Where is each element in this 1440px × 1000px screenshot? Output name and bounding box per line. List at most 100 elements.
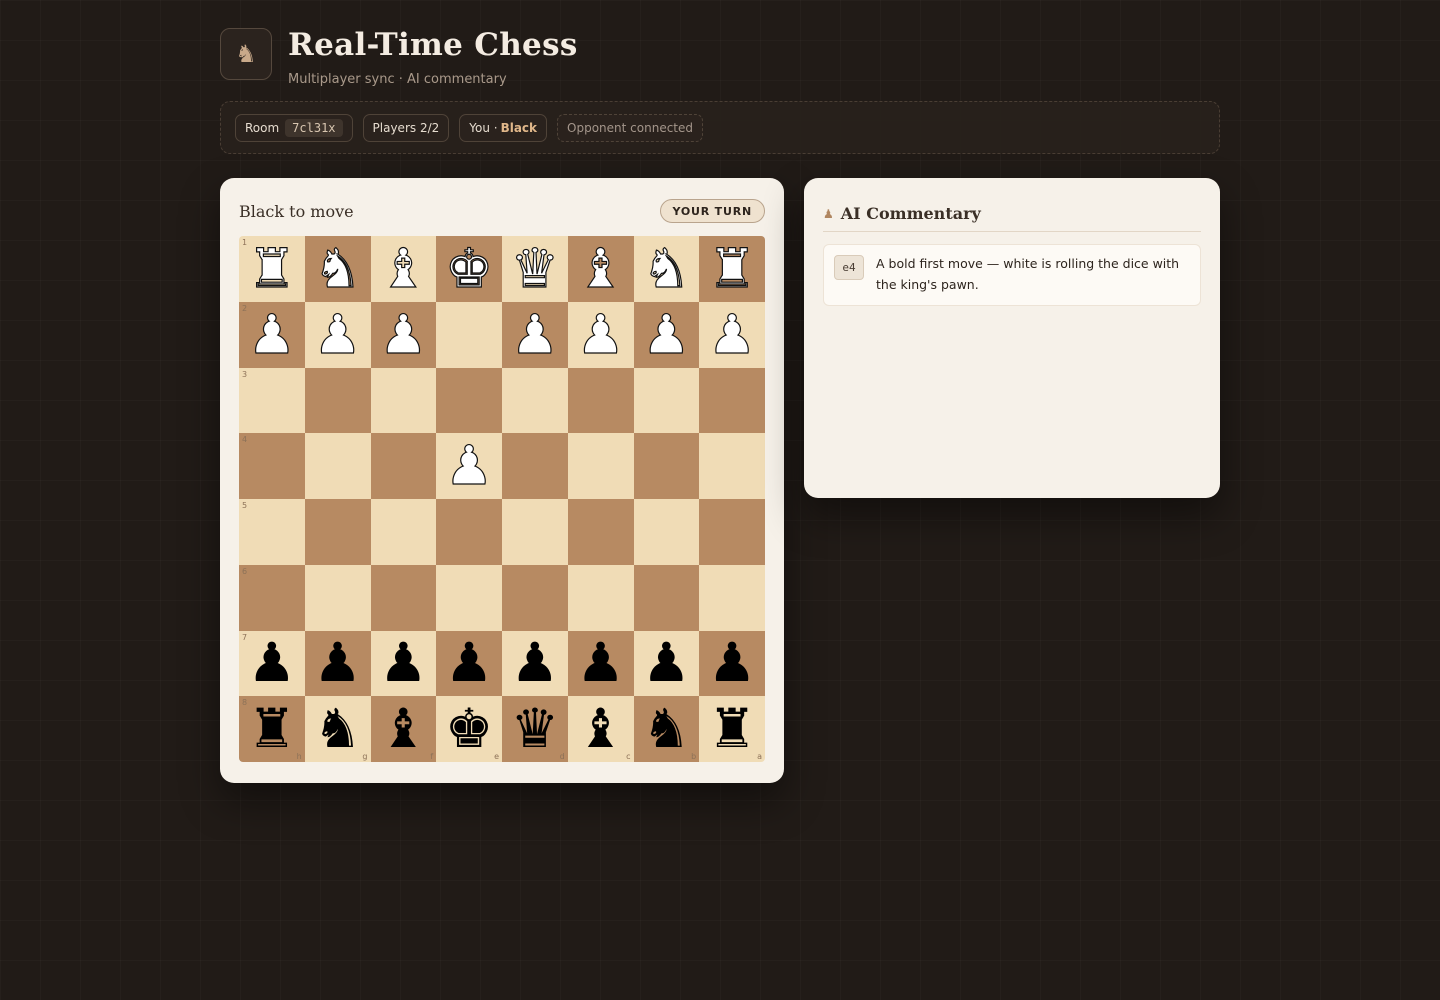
white-pawn-icon[interactable]: ♟ [642, 307, 692, 362]
board-square[interactable]: ♟ [699, 630, 765, 697]
board-square[interactable] [436, 564, 502, 631]
board-square[interactable] [567, 367, 634, 434]
board-square[interactable]: ♟ [436, 630, 502, 697]
board-square[interactable]: 3 [239, 367, 305, 434]
board-square[interactable]: ♟ [304, 301, 371, 368]
board-square[interactable]: g ♞ [304, 696, 371, 762]
board-square[interactable] [502, 499, 568, 565]
white-pawn-icon[interactable]: ♟ [247, 307, 297, 362]
black-pawn-icon[interactable]: ♟ [379, 636, 427, 690]
board-square[interactable] [370, 367, 437, 434]
white-pawn-icon[interactable]: ♟ [707, 307, 757, 362]
room-code[interactable]: 7cl31x [285, 118, 343, 137]
black-king-icon[interactable]: ♚ [445, 702, 493, 756]
board-square[interactable] [370, 499, 437, 565]
board-square[interactable]: a ♜ [699, 696, 765, 762]
board-square[interactable] [633, 499, 700, 565]
black-knight-icon[interactable]: ♞ [313, 702, 361, 756]
board-square[interactable] [699, 433, 765, 499]
board-square[interactable] [304, 499, 371, 565]
white-queen-icon[interactable]: ♛ [510, 241, 560, 296]
black-pawn-icon[interactable]: ♟ [445, 636, 493, 690]
board-square[interactable] [436, 367, 502, 434]
chess-board[interactable]: 1 ♜ ♞ ♝ ♚ ♛ ♝ ♞ ♜ 2 ♟ ♟ ♟ ♟ ♟ ♟ ♟ 3 4 ♟ 5 6 7 ♟ ♟ ♟ ♟ ♟ ♟ ♟ ♟ 8 h ♜ g ♞ f ♝ e ♚… [239, 236, 765, 762]
board-square[interactable]: ♜ [699, 236, 765, 302]
board-square[interactable]: 5 [239, 499, 305, 565]
board-square[interactable]: ♟ [633, 301, 700, 368]
board-square[interactable]: ♟ [699, 301, 765, 368]
black-pawn-icon[interactable]: ♟ [511, 636, 559, 690]
white-rook-icon[interactable]: ♜ [247, 241, 297, 296]
black-bishop-icon[interactable]: ♝ [379, 702, 427, 756]
black-bishop-icon[interactable]: ♝ [576, 702, 624, 756]
board-square[interactable] [633, 433, 700, 499]
board-square[interactable]: 4 [239, 433, 305, 499]
black-queen-icon[interactable]: ♛ [511, 702, 559, 756]
white-rook-icon[interactable]: ♜ [707, 241, 757, 296]
board-square[interactable]: ♟ [567, 630, 634, 697]
board-square[interactable] [304, 367, 371, 434]
black-pawn-icon[interactable]: ♟ [576, 636, 624, 690]
board-square[interactable]: ♟ [370, 630, 437, 697]
white-pawn-icon[interactable]: ♟ [510, 307, 560, 362]
board-square[interactable]: d ♛ [502, 696, 568, 762]
board-square[interactable]: f ♝ [370, 696, 437, 762]
board-square[interactable]: e ♚ [436, 696, 502, 762]
board-square[interactable] [502, 367, 568, 434]
board-square[interactable]: ♝ [567, 236, 634, 302]
black-pawn-icon[interactable]: ♟ [313, 636, 361, 690]
board-square[interactable] [502, 564, 568, 631]
board-square[interactable] [567, 564, 634, 631]
board-square[interactable]: 1 ♜ [239, 236, 305, 302]
board-square[interactable]: ♞ [304, 236, 371, 302]
board-square[interactable]: ♟ [370, 301, 437, 368]
board-square[interactable]: c ♝ [567, 696, 634, 762]
board-square[interactable]: 7 ♟ [239, 630, 305, 697]
board-square[interactable]: ♟ [304, 630, 371, 697]
white-pawn-icon[interactable]: ♟ [576, 307, 626, 362]
white-bishop-icon[interactable]: ♝ [576, 241, 626, 296]
board-square[interactable]: ♟ [633, 630, 700, 697]
board-panel: Black to move YOUR TURN 1 ♜ ♞ ♝ ♚ ♛ ♝ ♞ ♜ 2 ♟ ♟ ♟ ♟ ♟ ♟… [220, 178, 784, 783]
board-square[interactable] [633, 367, 700, 434]
board-square[interactable]: ♝ [370, 236, 437, 302]
black-rook-icon[interactable]: ♜ [708, 702, 756, 756]
white-pawn-icon[interactable]: ♟ [444, 438, 494, 493]
board-square[interactable] [436, 301, 502, 368]
board-square[interactable]: ♟ [502, 301, 568, 368]
board-square[interactable] [567, 499, 634, 565]
board-square[interactable]: ♟ [436, 433, 502, 499]
board-square[interactable] [502, 433, 568, 499]
black-pawn-icon[interactable]: ♟ [642, 636, 690, 690]
board-square[interactable] [304, 564, 371, 631]
board-square[interactable]: 8 h ♜ [239, 696, 305, 762]
board-square[interactable]: 2 ♟ [239, 301, 305, 368]
board-square[interactable]: ♟ [567, 301, 634, 368]
black-knight-icon[interactable]: ♞ [642, 702, 690, 756]
board-square[interactable]: ♟ [502, 630, 568, 697]
board-square[interactable] [633, 564, 700, 631]
board-square[interactable] [370, 433, 437, 499]
board-square[interactable] [304, 433, 371, 499]
white-pawn-icon[interactable]: ♟ [379, 307, 429, 362]
board-square[interactable]: ♞ [633, 236, 700, 302]
board-square[interactable]: ♛ [502, 236, 568, 302]
board-square[interactable] [699, 564, 765, 631]
board-square[interactable] [699, 367, 765, 434]
white-knight-icon[interactable]: ♞ [642, 241, 692, 296]
board-square[interactable] [699, 499, 765, 565]
board-square[interactable]: b ♞ [633, 696, 700, 762]
board-square[interactable] [370, 564, 437, 631]
white-bishop-icon[interactable]: ♝ [379, 241, 429, 296]
black-pawn-icon[interactable]: ♟ [248, 636, 296, 690]
black-rook-icon[interactable]: ♜ [248, 702, 296, 756]
white-king-icon[interactable]: ♚ [444, 241, 494, 296]
room-pill[interactable]: Room 7cl31x [235, 113, 353, 142]
board-square[interactable]: 6 [239, 564, 305, 631]
board-square[interactable] [436, 499, 502, 565]
board-square[interactable] [567, 433, 634, 499]
black-pawn-icon[interactable]: ♟ [708, 636, 756, 690]
white-knight-icon[interactable]: ♞ [313, 241, 363, 296]
white-pawn-icon[interactable]: ♟ [313, 307, 363, 362]
board-square[interactable]: ♚ [436, 236, 502, 302]
